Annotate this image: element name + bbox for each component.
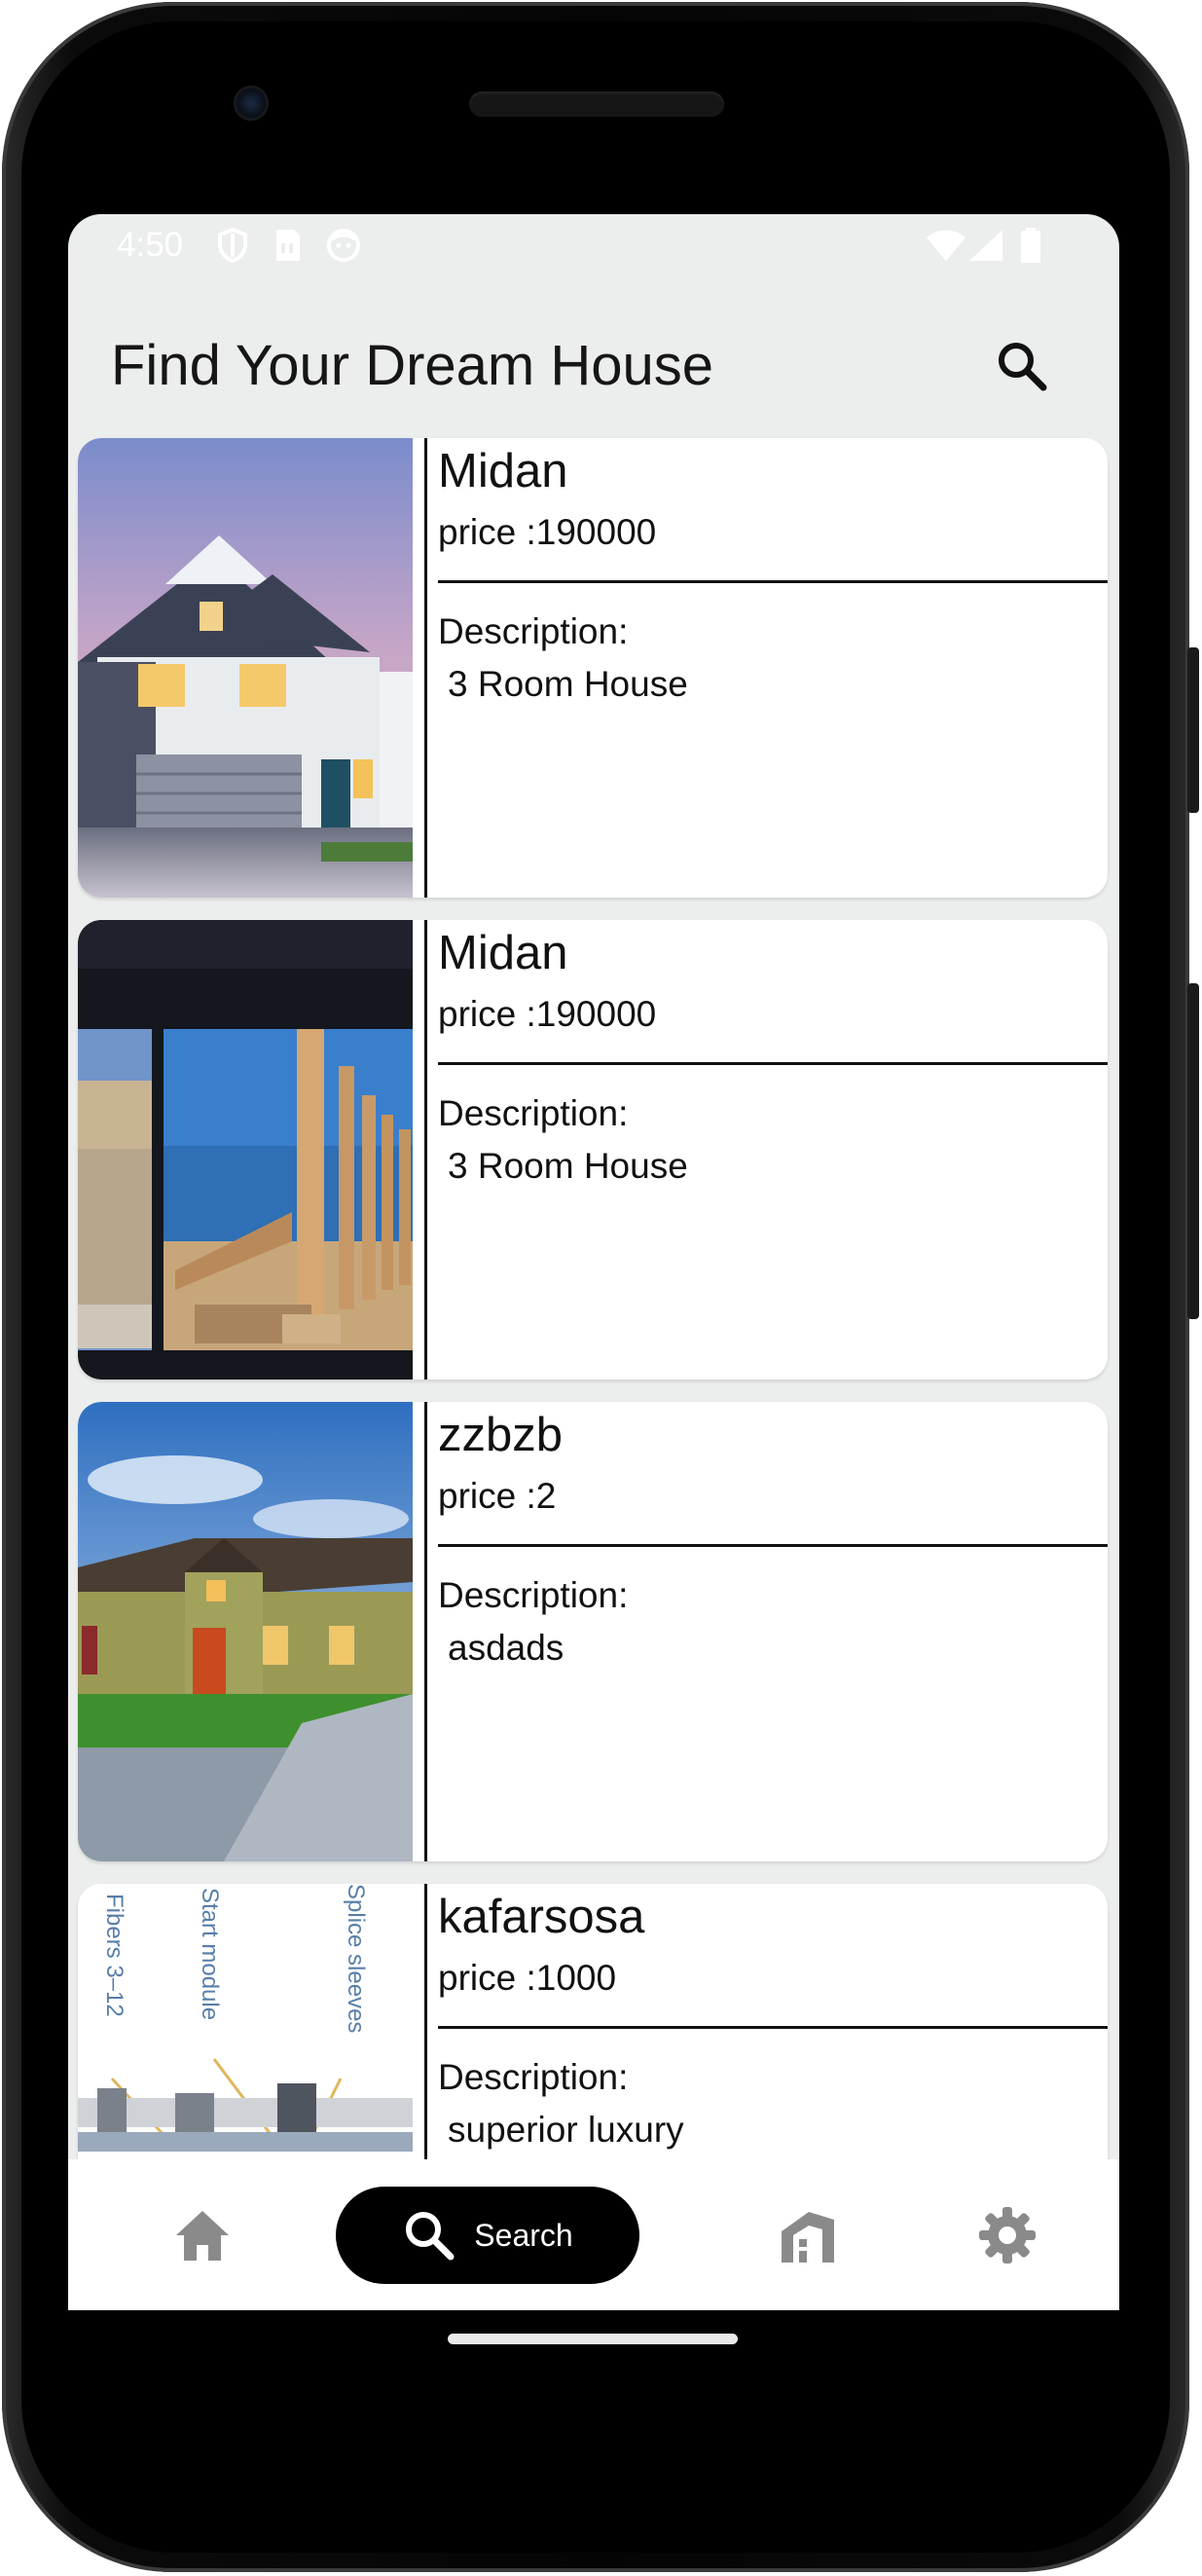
listing-title: kafarsosa (438, 1891, 645, 1943)
status-time: 4:50 (117, 226, 184, 264)
nav-buildings[interactable] (759, 2187, 856, 2284)
listing-image (78, 438, 413, 898)
app-bar: Find Your Dream House (68, 282, 1119, 428)
card-divider (424, 1402, 427, 1861)
listing-price: price :190000 (438, 512, 657, 552)
listing-card[interactable]: zzbzb price :2 Description: asdads (78, 1402, 1108, 1861)
description-label: Description: (438, 2057, 629, 2097)
page-title: Find Your Dream House (111, 334, 713, 397)
image-caption: Splice sleeves (343, 1884, 369, 2033)
power-button (1187, 647, 1199, 813)
sim-card-icon (276, 230, 300, 261)
card-separator (438, 2026, 1108, 2029)
listing-card[interactable]: Midan price :190000 Description: 3 Room … (78, 438, 1108, 898)
listing-title: zzbzb (438, 1409, 564, 1461)
gear-icon (979, 2207, 1036, 2263)
card-divider (424, 920, 427, 1380)
nav-search[interactable]: Search (336, 2187, 639, 2284)
buildings-icon (782, 2212, 834, 2263)
description-text: 3 Room House (448, 1146, 688, 1186)
wifi-icon (927, 230, 965, 261)
home-indicator[interactable] (448, 2334, 738, 2344)
listing-title: Midan (438, 927, 568, 979)
description-label: Description: (438, 611, 629, 651)
nav-search-label: Search (474, 2217, 573, 2253)
description-label: Description: (438, 1575, 629, 1615)
listing-price: price :1000 (438, 1958, 617, 1998)
card-divider (424, 438, 427, 898)
search-icon (406, 2212, 455, 2261)
listing-image (78, 920, 413, 1380)
bottom-navigation: Search (68, 2159, 1119, 2310)
description-label: Description: (438, 1093, 629, 1133)
listing-list[interactable]: Midan price :190000 Description: 3 Room … (68, 438, 1119, 2310)
card-separator (438, 1544, 1108, 1547)
card-separator (438, 580, 1108, 583)
search-icon[interactable] (993, 337, 1051, 395)
nav-settings[interactable] (959, 2187, 1056, 2284)
status-bar: 4:50 (68, 214, 1119, 282)
image-caption: Fibers 3–12 (101, 1894, 127, 2017)
home-icon (176, 2211, 229, 2261)
listing-title: Midan (438, 445, 568, 497)
face-icon (327, 229, 360, 262)
battery-icon (1021, 228, 1040, 263)
listing-price: price :2 (438, 1476, 557, 1516)
listing-price: price :190000 (438, 994, 657, 1034)
image-caption: Start module (197, 1888, 223, 2020)
listing-image (78, 1402, 413, 1861)
description-text: 3 Room House (448, 664, 688, 704)
card-separator (438, 1062, 1108, 1065)
listing-card[interactable]: Midan price :190000 Description: 3 Room … (78, 920, 1108, 1380)
description-text: asdads (448, 1628, 565, 1668)
front-camera-icon (234, 86, 269, 121)
cell-signal-icon (969, 230, 1002, 261)
app-screen: 4:50 Find Your Dream House Midan price:… (68, 214, 1119, 2310)
earpiece-speaker (469, 92, 724, 117)
nav-home[interactable] (154, 2187, 251, 2284)
volume-button (1187, 983, 1199, 1319)
shield-icon (218, 228, 247, 263)
description-text: superior luxury (448, 2110, 684, 2150)
